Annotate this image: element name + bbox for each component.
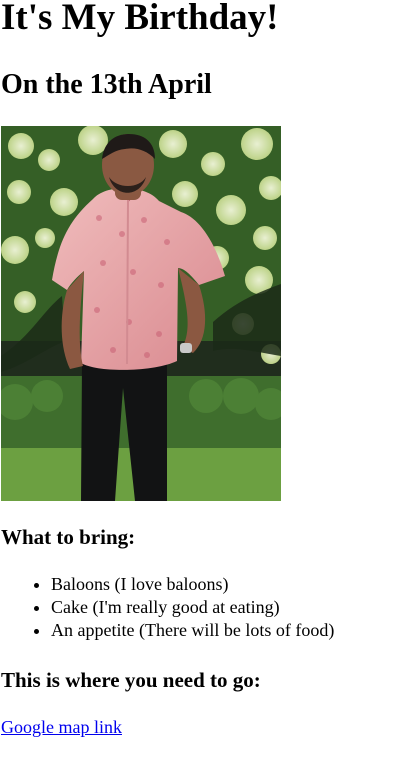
list-item: Baloons (I love baloons) [51,573,334,596]
location-heading: This is where you need to go: [1,668,261,692]
page-title: It's My Birthday! [1,0,279,38]
what-to-bring-heading: What to bring: [1,525,136,549]
list-item: An appetite (There will be lots of food) [51,619,334,642]
page-subtitle: On the 13th April [1,69,212,100]
google-map-link[interactable]: Google map link [1,716,122,739]
list-item: Cake (I'm really good at eating) [51,596,334,619]
photo-illustration [1,126,281,501]
what-to-bring-list: Baloons (I love baloons) Cake (I'm reall… [0,573,334,642]
birthday-person-photo [1,126,281,501]
birthday-page: It's My Birthday! On the 13th April What… [0,0,405,760]
